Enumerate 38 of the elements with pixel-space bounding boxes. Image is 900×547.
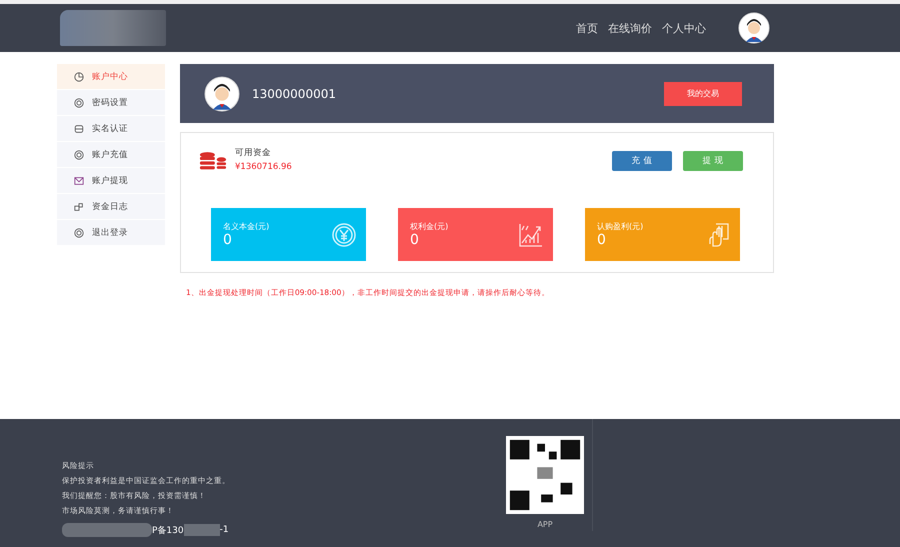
yen-coin-icon — [332, 222, 356, 246]
avatar-icon[interactable] — [738, 12, 770, 44]
stat-value: 0 — [410, 232, 420, 248]
stat-value: 0 — [597, 232, 607, 248]
sidebar-item[interactable]: 资金日志 — [57, 194, 165, 220]
stat-label: 认购盈利(元) — [597, 221, 644, 232]
stat-value: 0 — [223, 232, 233, 248]
gear-icon — [74, 98, 84, 108]
sidebar-item[interactable]: 退出登录 — [57, 220, 165, 246]
my-trades-button[interactable]: 我的交易 — [664, 82, 742, 106]
sidebar-item[interactable]: 账户充值 — [57, 142, 165, 168]
blocks-icon — [74, 202, 84, 212]
nav-link[interactable]: 首页 — [576, 20, 598, 36]
available-funds-label: 可用资金 — [235, 147, 272, 159]
growth-chart-icon — [519, 222, 543, 246]
database-icon — [74, 124, 84, 134]
nav-link[interactable]: 个人中心 — [662, 20, 706, 36]
app-caption: APP — [537, 520, 553, 529]
sidebar-item[interactable]: 账户中心 — [57, 64, 165, 90]
redaction-blur — [184, 524, 220, 536]
icp-text: -1 — [220, 525, 229, 535]
sidebar-item[interactable]: 实名认证 — [57, 116, 165, 142]
sidebar-item[interactable]: 密码设置 — [57, 90, 165, 116]
phone-number: 13000000001 — [252, 86, 337, 100]
qr-code-icon — [506, 436, 584, 514]
funds-amount: ¥1360716.96 — [235, 162, 293, 172]
stat-label: 权利金(元) — [410, 221, 448, 232]
nav-link[interactable]: 在线询价 — [608, 20, 652, 36]
gear-icon — [74, 150, 84, 160]
gear-icon — [74, 228, 84, 238]
recharge-button[interactable]: 充 值 — [612, 151, 672, 171]
sidebar-item[interactable]: 账户提现 — [57, 168, 165, 194]
stat-label: 名义本金(元) — [223, 221, 270, 232]
pie-chart-icon — [74, 72, 84, 82]
icp-text: P备130 — [152, 524, 184, 536]
coins-icon — [199, 151, 227, 170]
mail-icon — [74, 176, 84, 186]
avatar-icon — [204, 76, 240, 112]
